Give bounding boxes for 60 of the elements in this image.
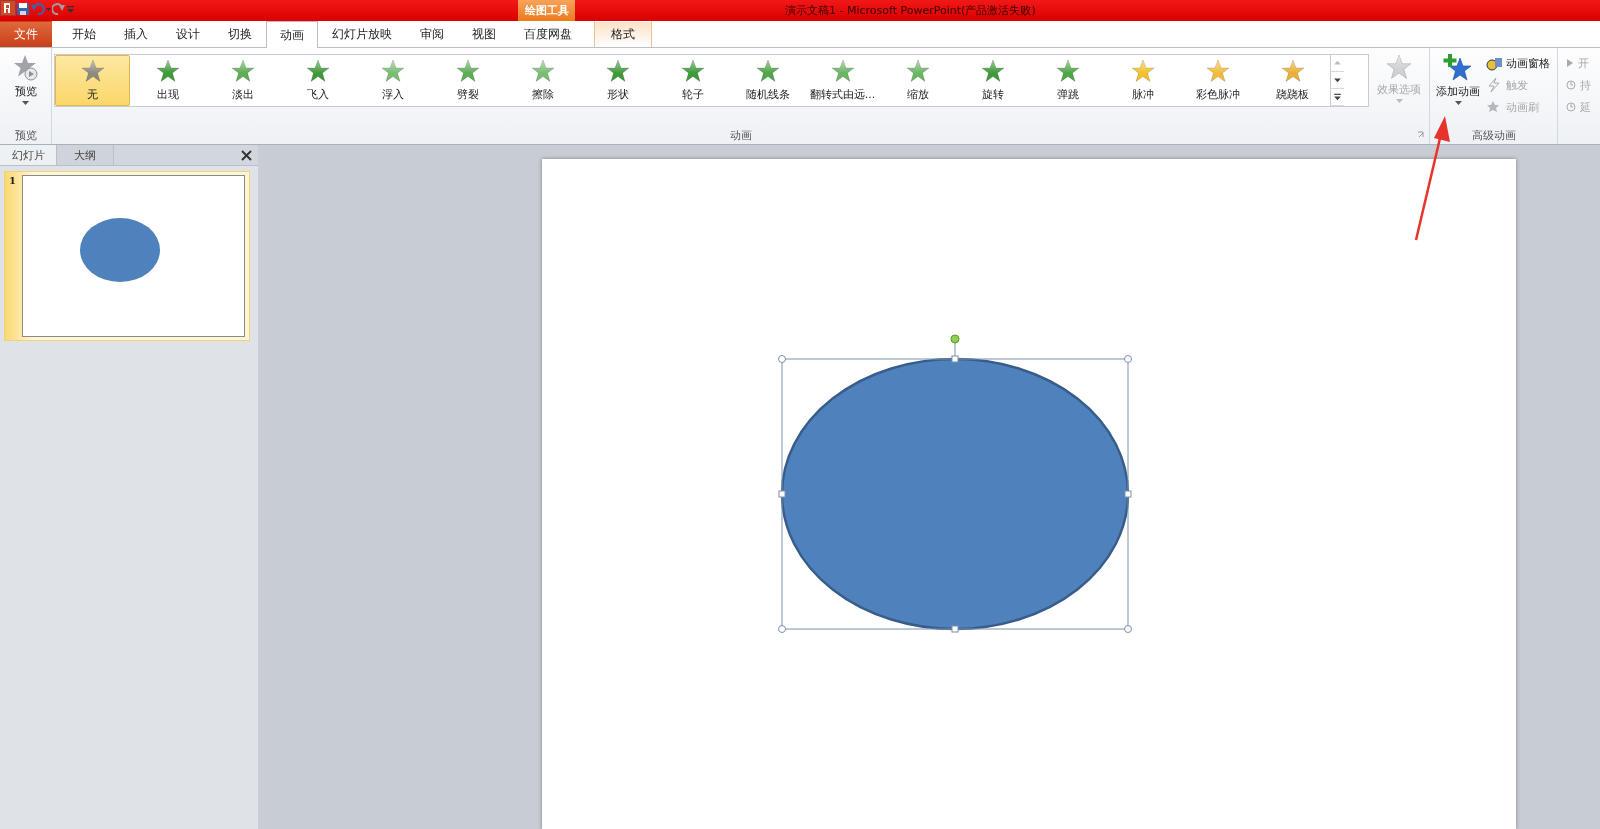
animation-option[interactable]: 翻转式由远... — [805, 55, 880, 106]
star-icon — [1386, 54, 1412, 80]
advanced-animation-item[interactable]: 动画窗格 — [1486, 52, 1550, 74]
group-label: 动画 — [729, 127, 752, 143]
ribbon-tab[interactable]: 动画 — [266, 21, 318, 48]
ribbon-tab[interactable]: 格式 — [594, 21, 652, 47]
close-icon[interactable] — [241, 149, 252, 161]
window-title: 演示文稿1 - Microsoft PowerPoint(产品激活失败) — [784, 3, 1037, 19]
preview-button[interactable]: 预览 — [8, 52, 43, 108]
animation-option[interactable]: 跷跷板 — [1255, 55, 1330, 106]
clock-icon — [1566, 80, 1576, 90]
ribbon-tab[interactable]: 视图 — [458, 21, 510, 47]
ribbon-tab[interactable]: 审阅 — [406, 21, 458, 47]
caret-icon — [1454, 101, 1462, 106]
star-play-icon — [12, 54, 39, 82]
dialog-launcher-icon[interactable] — [1417, 131, 1425, 139]
animation-option[interactable]: 轮子 — [655, 55, 730, 106]
pane-icon — [1486, 55, 1502, 71]
group-label: 高级动画 — [1470, 127, 1517, 144]
contextual-tab-group: 绘图工具 — [518, 0, 575, 21]
animation-option[interactable]: 浮入 — [355, 55, 430, 106]
clock-icon — [1566, 102, 1576, 112]
timing-label: 延 — [1580, 99, 1591, 115]
animation-option[interactable]: 弹跳 — [1030, 55, 1105, 106]
play-icon — [1566, 58, 1574, 68]
pane-tab[interactable]: 幻灯片 — [0, 145, 57, 165]
animation-option[interactable]: 彩色脉冲 — [1180, 55, 1255, 106]
ellipse-shape[interactable] — [778, 334, 1132, 633]
brush-star-icon — [1486, 99, 1502, 115]
animation-option[interactable]: 淡出 — [205, 55, 280, 106]
ribbon-tab[interactable]: 设计 — [162, 21, 214, 47]
ribbon-tab[interactable]: 开始 — [58, 21, 110, 47]
caret-icon — [22, 101, 29, 106]
save-icon[interactable] — [16, 2, 30, 16]
ribbon-tab[interactable]: 幻灯片放映 — [318, 21, 406, 47]
star-plus-icon — [1443, 54, 1473, 82]
ribbon-tab[interactable]: 文件 — [0, 21, 52, 47]
timing-label: 开 — [1578, 55, 1589, 71]
slide-thumbnail[interactable]: 1 — [4, 171, 250, 341]
timing-label: 持 — [1580, 77, 1591, 93]
animation-option[interactable]: 擦除 — [505, 55, 580, 106]
animation-option[interactable]: 随机线条 — [730, 55, 805, 106]
animation-option[interactable]: 劈裂 — [430, 55, 505, 106]
ribbon-tab[interactable]: 插入 — [110, 21, 162, 47]
ribbon-tab[interactable]: 切换 — [214, 21, 266, 47]
animation-option[interactable]: 飞入 — [280, 55, 355, 106]
slide-number: 1 — [9, 175, 17, 188]
animation-option[interactable]: 旋转 — [955, 55, 1030, 106]
ribbon-tab[interactable]: 百度网盘 — [510, 21, 586, 47]
caret-icon — [1395, 99, 1403, 104]
group-label: 预览 — [13, 127, 38, 144]
animation-option[interactable]: 出现 — [130, 55, 205, 106]
undo-icon[interactable] — [30, 2, 52, 16]
lightning-icon — [1486, 77, 1502, 93]
app-icon[interactable] — [0, 0, 16, 16]
animation-option[interactable]: 脉冲 — [1105, 55, 1180, 106]
animation-option[interactable]: 缩放 — [880, 55, 955, 106]
animation-option[interactable]: 无 — [55, 55, 130, 106]
animation-option[interactable]: 形状 — [580, 55, 655, 106]
add-animation-button[interactable]: 添加动画 — [1432, 52, 1484, 108]
